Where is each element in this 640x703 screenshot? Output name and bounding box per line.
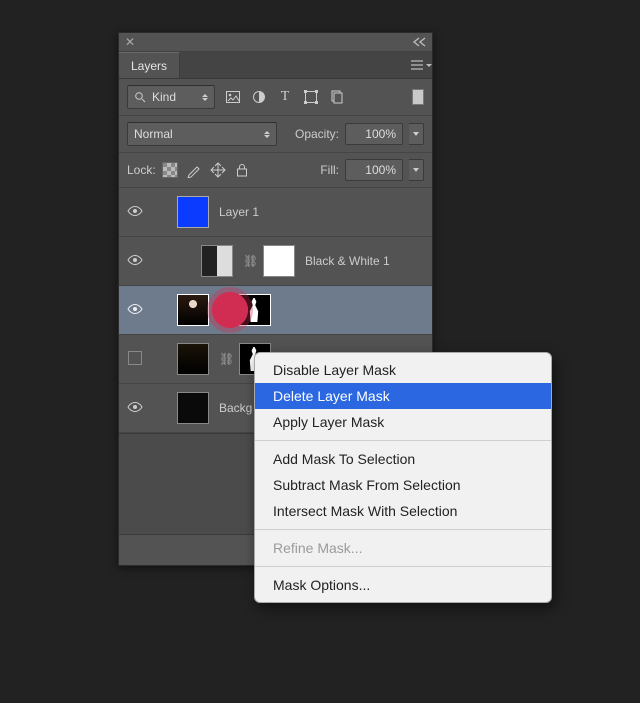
- menu-subtract-mask-from-selection[interactable]: Subtract Mask From Selection: [255, 472, 551, 498]
- layer-thumbnail[interactable]: [177, 343, 209, 375]
- panel-tabbar: Layers: [119, 52, 432, 79]
- layer-name[interactable]: Backg: [219, 401, 252, 415]
- panel-menu-icon[interactable]: [410, 52, 432, 78]
- tab-spacer: [180, 52, 410, 78]
- opacity-dropdown-icon[interactable]: [409, 123, 424, 145]
- filter-adjustment-icon[interactable]: [251, 89, 267, 105]
- lock-all-icon[interactable]: [234, 162, 250, 178]
- layer-thumbnail[interactable]: [177, 294, 209, 326]
- filter-pixel-icon[interactable]: [225, 89, 241, 105]
- fill-dropdown-icon[interactable]: [409, 159, 424, 181]
- layer-row[interactable]: ⛓ Black & White 1: [119, 237, 432, 286]
- menu-separator: [255, 566, 551, 567]
- lock-label: Lock:: [127, 163, 156, 177]
- filter-row: Kind T: [119, 79, 432, 116]
- layer-row-selected[interactable]: ⛓: [119, 286, 432, 335]
- fill-label: Fill:: [320, 163, 339, 177]
- lock-row: Lock: Fill: 100%: [119, 153, 432, 188]
- fill-value[interactable]: 100%: [345, 159, 403, 181]
- filter-kind-select[interactable]: Kind: [127, 85, 215, 109]
- layer-thumbnail[interactable]: [177, 392, 209, 424]
- filter-toggle-icon[interactable]: [412, 89, 424, 105]
- menu-add-mask-to-selection[interactable]: Add Mask To Selection: [255, 446, 551, 472]
- blend-row: Normal Opacity: 100%: [119, 116, 432, 153]
- menu-mask-options[interactable]: Mask Options...: [255, 572, 551, 598]
- link-mask-icon[interactable]: ⛓: [219, 352, 229, 366]
- collapse-icon[interactable]: [412, 37, 426, 47]
- menu-delete-layer-mask[interactable]: Delete Layer Mask: [255, 383, 551, 409]
- opacity-label: Opacity:: [295, 127, 339, 141]
- close-icon[interactable]: ✕: [125, 35, 135, 49]
- blend-mode-value: Normal: [134, 127, 173, 141]
- layer-name[interactable]: Layer 1: [219, 205, 259, 219]
- lock-position-icon[interactable]: [210, 162, 226, 178]
- menu-refine-mask: Refine Mask...: [255, 535, 551, 561]
- panel-header: ✕: [119, 33, 432, 52]
- layer-name[interactable]: Black & White 1: [305, 254, 390, 268]
- tab-label: Layers: [131, 59, 167, 73]
- lock-pixels-icon[interactable]: [186, 162, 202, 178]
- visibility-icon[interactable]: [127, 303, 143, 318]
- visibility-icon[interactable]: [127, 401, 143, 416]
- mask-context-menu: Disable Layer Mask Delete Layer Mask App…: [254, 352, 552, 603]
- blend-mode-select[interactable]: Normal: [127, 122, 277, 146]
- menu-separator: [255, 529, 551, 530]
- filter-shape-icon[interactable]: [303, 89, 319, 105]
- visibility-icon-off[interactable]: [127, 351, 143, 368]
- mask-thumbnail[interactable]: [239, 294, 271, 326]
- layer-row[interactable]: Layer 1: [119, 188, 432, 237]
- visibility-icon[interactable]: [127, 205, 143, 220]
- link-mask-icon[interactable]: ⛓: [243, 254, 253, 268]
- lock-transparent-icon[interactable]: [162, 162, 178, 178]
- menu-intersect-mask-with-selection[interactable]: Intersect Mask With Selection: [255, 498, 551, 524]
- opacity-value[interactable]: 100%: [345, 123, 403, 145]
- filter-smart-icon[interactable]: [329, 89, 345, 105]
- filter-type-icons: T: [225, 89, 345, 105]
- mask-thumbnail[interactable]: [263, 245, 295, 277]
- filter-type-icon[interactable]: T: [277, 89, 293, 105]
- layer-thumbnail[interactable]: [177, 196, 209, 228]
- adjustment-thumbnail[interactable]: [201, 245, 233, 277]
- link-mask-icon[interactable]: ⛓: [219, 303, 229, 317]
- visibility-icon[interactable]: [127, 254, 143, 269]
- filter-kind-label: Kind: [152, 90, 176, 104]
- menu-separator: [255, 440, 551, 441]
- tab-layers[interactable]: Layers: [119, 52, 180, 78]
- search-icon: [134, 91, 146, 103]
- menu-apply-layer-mask[interactable]: Apply Layer Mask: [255, 409, 551, 435]
- menu-disable-layer-mask[interactable]: Disable Layer Mask: [255, 357, 551, 383]
